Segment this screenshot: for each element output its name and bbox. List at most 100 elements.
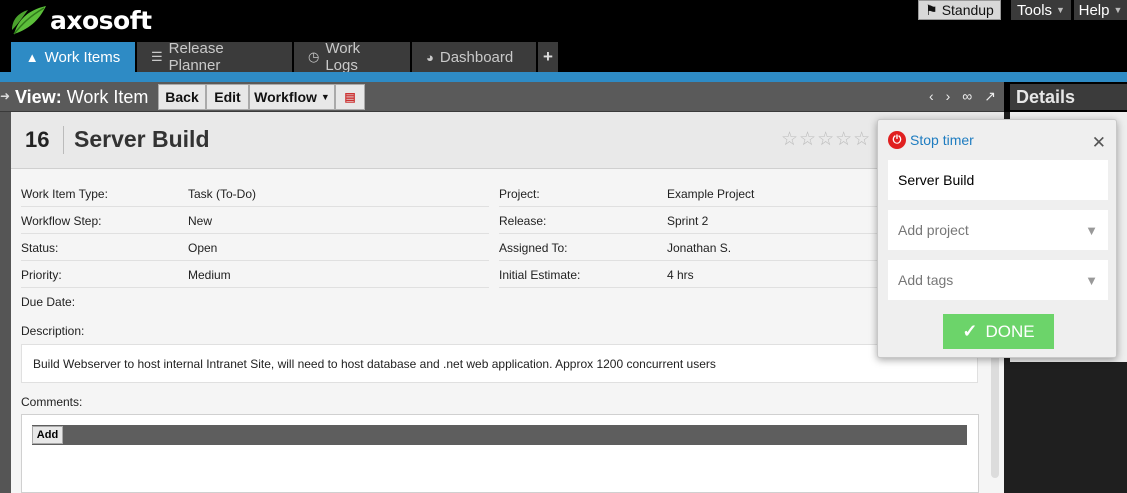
tab-underline-bar (0, 72, 1127, 82)
standup-label: Standup (941, 2, 994, 18)
view-name: Work Item (66, 87, 149, 107)
field-value: New (188, 214, 213, 228)
comments-label: Comments: (21, 395, 83, 409)
tab-dashboard[interactable]: ◕ Dashboard (412, 42, 536, 72)
edit-button[interactable]: Edit (206, 84, 249, 110)
tags-placeholder: Add tags (898, 272, 954, 288)
field-divider (499, 206, 879, 207)
timer-name-field[interactable]: Server Build (888, 160, 1108, 200)
tab-label: Dashboard (439, 48, 514, 66)
field-value: Example Project (667, 187, 755, 201)
done-label: DONE (985, 321, 1035, 341)
add-label: Add (36, 429, 59, 441)
view-toolbar: ➜ View: Work Item Back Edit Workflow ▼ ▤… (0, 82, 1004, 112)
item-title: Server Build (74, 126, 210, 152)
timer-popup: ⏻ Stop timer ✕ Server Build Add project … (877, 119, 1117, 358)
tab-work-items[interactable]: ▲ Work Items (11, 42, 135, 72)
field-value: Jonathan S. (667, 241, 732, 255)
field-divider (21, 206, 489, 207)
field-divider (21, 287, 489, 288)
description-text: Build Webserver to host internal Intrane… (33, 357, 716, 371)
field-label: Project: (499, 187, 540, 201)
pdf-export-button[interactable]: ▤ (335, 84, 365, 110)
field-divider (21, 233, 489, 234)
close-icon[interactable]: ✕ (1092, 133, 1106, 153)
comments-toolbar (32, 425, 967, 445)
field-label: Work Item Type: (21, 187, 108, 201)
project-placeholder: Add project (898, 222, 969, 238)
field-label: Workflow Step: (21, 214, 102, 228)
pdf-icon: ▤ (344, 90, 356, 104)
tools-label: Tools (1017, 1, 1053, 19)
chevron-down-icon: ▼ (1113, 5, 1123, 15)
help-label: Help (1078, 1, 1110, 19)
field-label: Assigned To: (499, 241, 568, 255)
workflow-button[interactable]: Workflow ▼ (249, 84, 335, 110)
tab-label: Release Planner (168, 40, 224, 74)
field-value: Medium (188, 268, 231, 282)
add-tab-button[interactable]: + (538, 42, 558, 72)
chevron-right-icon[interactable]: › (946, 88, 951, 105)
power-icon[interactable]: ⏻ (888, 131, 906, 149)
field-label: Due Date: (21, 295, 76, 309)
field-divider (499, 287, 879, 288)
view-prefix: View: (15, 87, 62, 107)
main-tabs: ▲ Work Items ☰ Release Planner ◷ Work Lo… (11, 40, 558, 74)
back-label: Back (165, 89, 199, 105)
clock-icon: ◷ (308, 49, 320, 64)
expand-arrow-icon[interactable]: ➜ (0, 89, 10, 103)
field-divider (499, 260, 879, 261)
edit-label: Edit (214, 89, 241, 105)
field-label: Priority: (21, 268, 62, 282)
flag-icon: ⚑ (925, 1, 938, 18)
field-value: Open (188, 241, 218, 255)
toolbar-right-icons: ‹ › ∞ ↗ (929, 88, 996, 105)
work-item-panel: 16 Server Build ☆☆☆☆☆ Work Item Type: Ta… (11, 112, 1004, 493)
link-icon[interactable]: ∞ (962, 88, 972, 105)
title-separator (63, 126, 64, 154)
tab-work-logs[interactable]: ◷ Work Logs (294, 40, 410, 74)
item-title-bar: 16 Server Build ☆☆☆☆☆ (11, 112, 1004, 169)
add-comment-button[interactable]: Add (32, 426, 63, 444)
field-label: Release: (499, 214, 547, 228)
scrollbar[interactable] (991, 348, 999, 478)
standup-button[interactable]: ⚑ Standup (918, 0, 1001, 20)
brand-logo[interactable]: axosoft (10, 2, 152, 38)
top-bar: axosoft ⚑ Standup Tools ▼ Help ▼ (0, 0, 1127, 42)
timer-name-value: Server Build (898, 172, 975, 188)
item-number: 16 (25, 127, 50, 152)
field-value: Sprint 2 (667, 214, 709, 228)
stop-timer-link[interactable]: Stop timer (910, 132, 974, 148)
sliders-icon: ☰ (151, 49, 163, 64)
dropdown-arrow-icon: ▼ (1085, 272, 1098, 288)
tools-menu-button[interactable]: Tools ▼ (1011, 0, 1071, 20)
field-value: 4 hrs (667, 268, 694, 282)
field-divider (21, 260, 489, 261)
add-tags-select[interactable]: Add tags ▼ (888, 260, 1108, 300)
done-button[interactable]: ✓ DONE (943, 314, 1054, 349)
add-project-select[interactable]: Add project ▼ (888, 210, 1108, 250)
field-label: Initial Estimate: (499, 268, 581, 282)
tab-release-planner[interactable]: ☰ Release Planner (137, 40, 292, 74)
description-label: Description: (21, 324, 85, 338)
back-button[interactable]: Back (158, 84, 206, 110)
field-value: Task (To-Do) (188, 187, 257, 201)
details-header: Details (1010, 84, 1127, 110)
description-box: Build Webserver to host internal Intrane… (21, 344, 978, 383)
plus-icon: + (543, 47, 553, 66)
gauge-icon: ◕ (426, 49, 434, 65)
chevron-left-icon[interactable]: ‹ (929, 88, 934, 105)
dropdown-arrow-icon: ▼ (1085, 222, 1098, 238)
brand-name: axosoft (50, 5, 152, 35)
field-divider (499, 233, 879, 234)
star-rating[interactable]: ☆☆☆☆☆ (781, 128, 871, 151)
checkmark-icon: ✓ (962, 321, 978, 341)
expand-icon[interactable]: ↗ (984, 88, 996, 105)
tab-label: Work Logs (325, 40, 361, 74)
chevron-down-icon: ▼ (1056, 5, 1065, 15)
workflow-label: Workflow (254, 89, 317, 105)
view-title: View: Work Item (15, 87, 148, 108)
left-strip (0, 112, 11, 493)
help-menu-button[interactable]: Help ▼ (1074, 0, 1127, 20)
chevron-down-icon: ▼ (320, 92, 330, 102)
